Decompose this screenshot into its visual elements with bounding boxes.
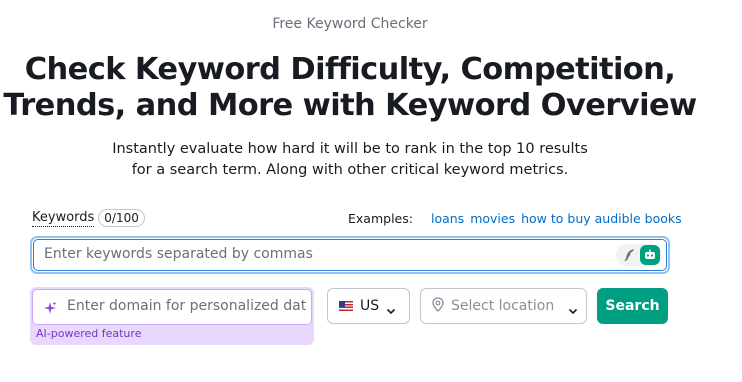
examples-label: Examples: (348, 211, 413, 226)
keywords-field (30, 236, 670, 274)
chevron-down-icon (568, 301, 578, 315)
keywords-counter: 0/100 (98, 209, 145, 227)
keywords-label[interactable]: Keywords (32, 210, 95, 227)
us-flag-icon (339, 301, 353, 311)
examples-row: Examples: loans movies how to buy audibl… (348, 211, 682, 226)
search-button[interactable]: Search (597, 288, 668, 324)
country-select[interactable]: US (327, 288, 410, 324)
keywords-input[interactable] (44, 246, 604, 262)
location-placeholder: Select location (451, 298, 555, 314)
page-title: Check Keyword Difficulty, Competition, T… (3, 52, 697, 123)
ai-feature-note: AI-powered feature (36, 327, 142, 340)
ai-assistant-icon[interactable] (640, 245, 660, 265)
keywords-tools (616, 244, 662, 266)
country-code: US (360, 298, 380, 314)
feather-icon[interactable] (622, 245, 638, 265)
location-select[interactable]: Select location (420, 288, 587, 324)
page-subtitle: Instantly evaluate how hard it will be t… (112, 141, 588, 178)
page-eyebrow: Free Keyword Checker (272, 16, 428, 32)
example-link-audible[interactable]: how to buy audible books (521, 211, 682, 226)
domain-input[interactable] (67, 298, 307, 314)
keywords-label-row: Keywords 0/100 (32, 209, 145, 227)
ai-domain-panel: AI-powered feature (30, 287, 314, 345)
domain-field (32, 289, 312, 325)
chevron-down-icon (386, 301, 396, 315)
location-pin-icon (432, 296, 444, 316)
sparkle-icon (43, 300, 57, 314)
example-link-movies[interactable]: movies (470, 211, 515, 226)
example-link-loans[interactable]: loans (431, 211, 464, 226)
